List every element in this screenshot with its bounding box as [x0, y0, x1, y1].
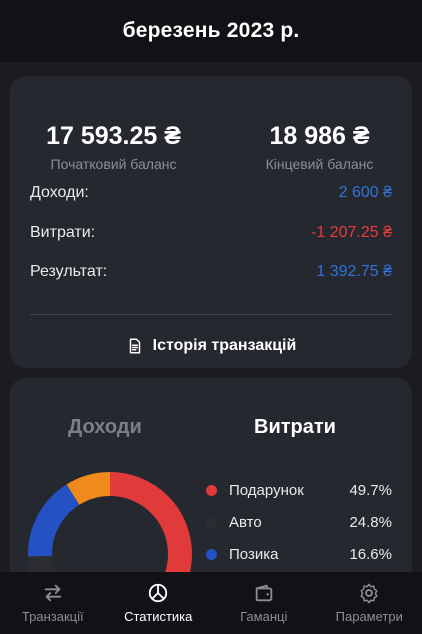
legend-dot — [206, 549, 217, 560]
nav-item-transactions[interactable]: Транзакції — [0, 572, 106, 634]
nav-item-settings[interactable]: Параметри — [317, 572, 422, 634]
transaction-history-button[interactable]: Історія транзакцій — [10, 328, 412, 364]
legend-dot — [206, 485, 217, 496]
legend-percent: 16.6% — [349, 546, 392, 563]
result-value: 1 392.75 ₴ — [316, 263, 392, 280]
legend-name: Авто — [229, 514, 262, 531]
balance-card: 17 593.25 ₴ Початковий баланс 18 986 ₴ К… — [10, 76, 412, 368]
tab-income[interactable]: Доходи — [68, 416, 142, 439]
legend-item-gift[interactable]: Подарунок 49.7% — [206, 482, 392, 499]
expense-donut-chart — [28, 472, 192, 572]
document-icon — [129, 338, 140, 354]
legend-item-loan[interactable]: Позика 16.6% — [206, 546, 392, 563]
nav-label-statistics: Статистика — [124, 609, 193, 624]
nav-item-wallets[interactable]: Гаманці — [211, 572, 317, 634]
end-balance: 18 986 ₴ Кінцевий баланс — [211, 122, 412, 172]
income-label: Доходи: — [30, 184, 89, 201]
expense-row: Витрати: -1 207.25 ₴ — [30, 224, 392, 242]
bottom-navigation: Транзакції Статистика Гаманці Параметри — [0, 572, 422, 634]
legend-dot — [206, 517, 217, 528]
result-label: Результат: — [30, 263, 108, 280]
content-area: 17 593.25 ₴ Початковий баланс 18 986 ₴ К… — [0, 62, 422, 572]
expense-value: -1 207.25 ₴ — [311, 224, 392, 241]
gear-icon — [360, 583, 378, 604]
nav-label-transactions: Транзакції — [21, 609, 84, 624]
legend-name: Подарунок — [229, 482, 304, 499]
pie-chart-icon — [149, 583, 168, 603]
income-row: Доходи: 2 600 ₴ — [30, 184, 392, 202]
income-value: 2 600 ₴ — [338, 184, 392, 201]
nav-label-settings: Параметри — [335, 609, 403, 624]
expense-label: Витрати: — [30, 224, 96, 241]
end-balance-value: 18 986 ₴ — [269, 122, 370, 150]
legend-item-auto[interactable]: Авто 24.8% — [206, 514, 392, 531]
nav-label-wallets: Гаманці — [240, 609, 288, 624]
transaction-history-label: Історія транзакцій — [152, 337, 297, 354]
wallet-icon — [255, 584, 272, 602]
swap-arrows-icon — [44, 584, 61, 602]
legend-name: Позика — [229, 546, 279, 563]
start-balance: 17 593.25 ₴ Початковий баланс — [10, 122, 211, 172]
stats-card: Доходи Витрати Подарунок 49.7% Авто 24.8… — [10, 378, 412, 572]
period-title[interactable]: березень 2023 р. — [123, 19, 300, 43]
app-header: березень 2023 р. — [0, 0, 422, 62]
start-balance-label: Початковий баланс — [50, 156, 177, 172]
legend-percent: 24.8% — [349, 514, 392, 531]
nav-item-statistics[interactable]: Статистика — [106, 572, 212, 634]
legend-percent: 49.7% — [349, 482, 392, 499]
balances: 17 593.25 ₴ Початковий баланс 18 986 ₴ К… — [10, 122, 412, 172]
start-balance-value: 17 593.25 ₴ — [46, 122, 181, 150]
divider — [30, 314, 392, 315]
tab-expense[interactable]: Витрати — [254, 416, 336, 439]
result-row: Результат: 1 392.75 ₴ — [30, 263, 392, 281]
end-balance-label: Кінцевий баланс — [265, 156, 374, 172]
